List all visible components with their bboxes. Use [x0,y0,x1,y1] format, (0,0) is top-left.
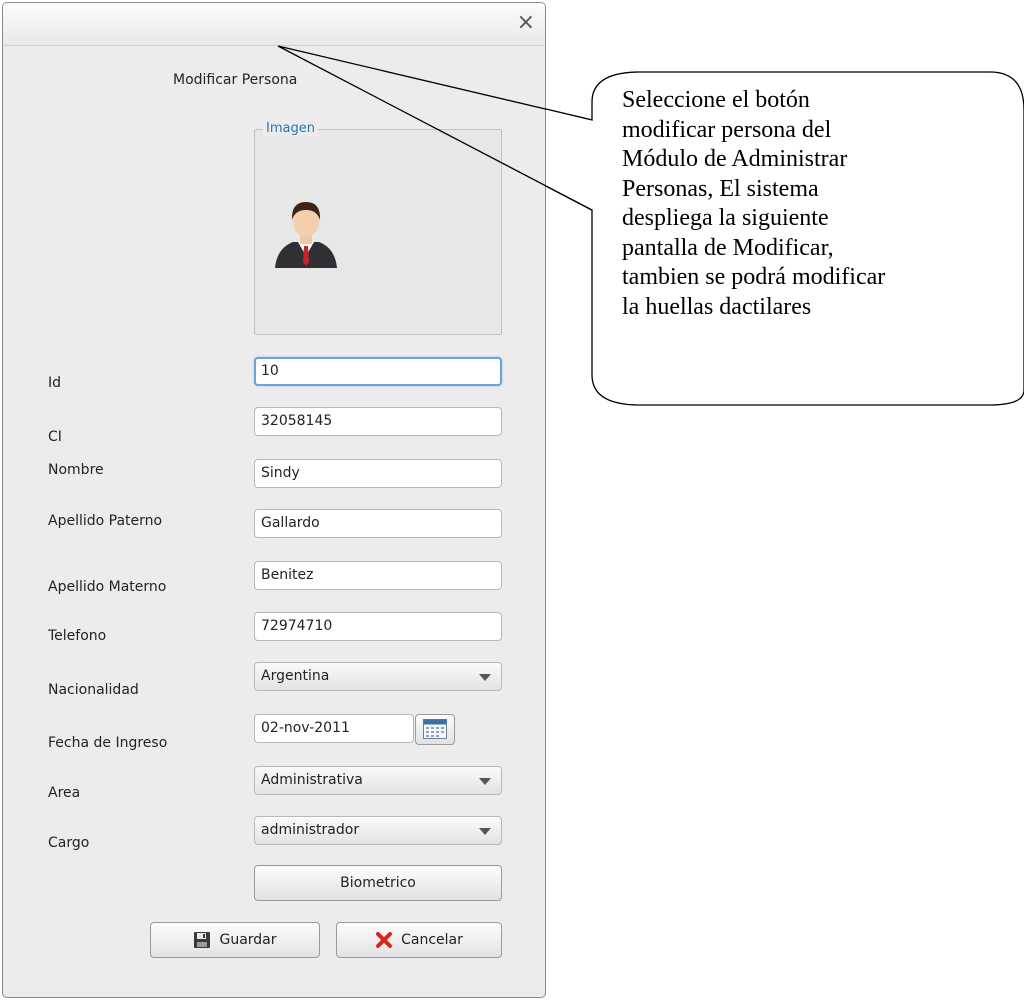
nombre-label: Nombre [48,462,104,478]
red-x-icon [376,932,393,948]
cargo-label: Cargo [48,835,90,851]
callout-line: Módulo de Administrar [622,146,848,172]
person-avatar-icon [275,202,337,268]
cargo-select-value: administrador [261,822,360,838]
image-panel-legend: Imagen [263,121,318,136]
area-select[interactable]: Administrativa [254,766,502,795]
nombre-field[interactable]: Sindy [254,459,502,488]
date-picker-button[interactable] [415,714,455,745]
apellido-materno-field[interactable]: Benitez [254,561,502,590]
telefono-label: Telefono [48,628,107,644]
fecha-ingreso-field[interactable]: 02-nov-2011 [254,714,414,743]
calendar-icon [423,719,447,739]
biometrico-button[interactable]: Biometrico [254,865,502,901]
cancelar-button[interactable]: Cancelar [336,922,502,958]
callout-line: Personas, El sistema [622,175,819,202]
guardar-button-label: Guardar [219,932,277,948]
callout-line: despliega la siguiente [622,205,829,231]
title-bar: × [3,3,545,46]
apellido-paterno-field[interactable]: Gallardo [254,509,502,538]
dialog-title: Modificar Persona [173,72,298,88]
id-field[interactable]: 10 [254,357,502,386]
chevron-down-icon [479,778,491,785]
area-label: Area [48,785,81,801]
fecha-ingreso-label: Fecha de Ingreso [48,735,168,751]
callout-text: Seleccione el botón modificar persona de… [622,86,1012,322]
callout-line: Seleccione el botón [622,87,810,113]
chevron-down-icon [479,674,491,681]
apellido-materno-label: Apellido Materno [48,579,167,595]
callout-line: la huellas dactilares [622,293,812,320]
id-label: Id [48,375,62,391]
cancelar-button-label: Cancelar [401,932,463,948]
telefono-field[interactable]: 72974710 [254,612,502,641]
close-icon[interactable]: × [517,9,535,37]
apellido-paterno-label: Apellido Paterno [48,513,163,529]
biometrico-button-label: Biometrico [340,875,416,891]
guardar-button[interactable]: Guardar [150,922,320,958]
nacionalidad-select[interactable]: Argentina [254,662,502,691]
cargo-select[interactable]: administrador [254,816,502,845]
callout-line: tambien se podrá modificar [622,264,886,290]
callout-line: pantalla de Modificar, [622,234,834,261]
nacionalidad-select-value: Argentina [261,668,330,684]
area-select-value: Administrativa [261,772,363,788]
image-panel: Imagen [254,121,502,335]
ci-field[interactable]: 32058145 [254,407,502,436]
ci-label: CI [48,429,62,445]
floppy-disk-icon [194,932,211,948]
callout-line: modificar persona del [622,116,832,143]
chevron-down-icon [479,828,491,835]
modificar-persona-dialog: × Modificar Persona Imagen Id CI Nombre … [2,2,546,998]
nacionalidad-label: Nacionalidad [48,682,139,698]
